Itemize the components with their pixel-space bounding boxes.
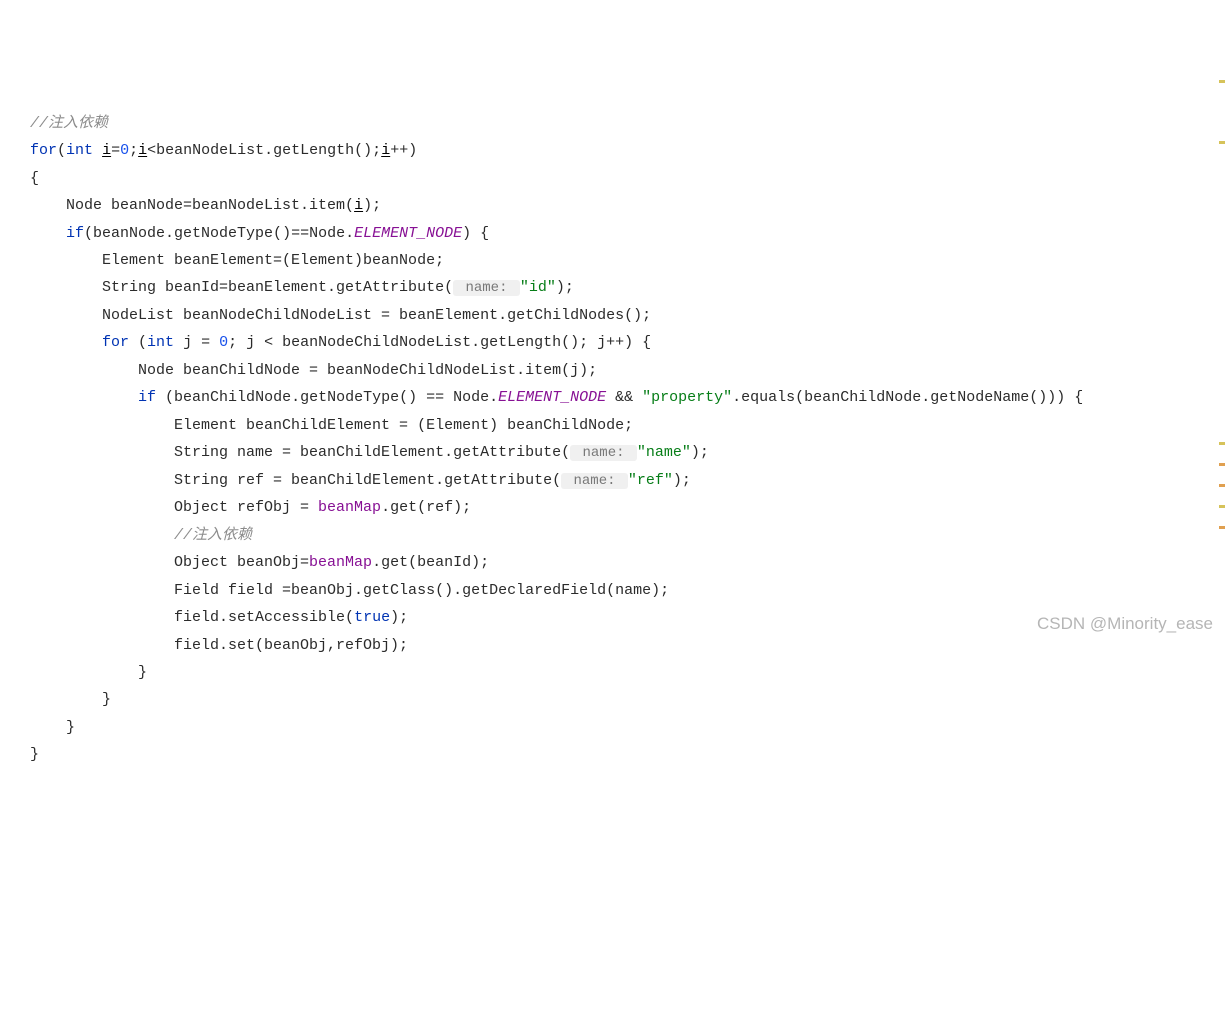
text: && [606, 389, 642, 406]
param-hint: name: [561, 473, 628, 489]
text: Node beanNode=beanNodeList.item( [30, 197, 354, 214]
static-field: ELEMENT_NODE [354, 225, 462, 242]
text: Element beanChildElement = (Element) bea… [30, 417, 633, 434]
text: NodeList beanNodeChildNodeList = beanEle… [30, 307, 651, 324]
text: (beanNode.getNodeType()==Node. [84, 225, 354, 242]
gutter-mark-icon[interactable] [1219, 526, 1225, 529]
text: .get(ref); [381, 499, 471, 516]
text: ); [691, 444, 709, 461]
text: .equals(beanChildNode.getNodeName())) { [732, 389, 1083, 406]
gutter-mark-icon[interactable] [1219, 141, 1225, 144]
text: field.set(beanObj,refObj); [30, 637, 408, 654]
field-beanmap: beanMap [309, 554, 372, 571]
text: ); [673, 472, 691, 489]
field-beanmap: beanMap [318, 499, 381, 516]
text: <beanNodeList.getLength(); [147, 142, 381, 159]
text: .get(beanId); [372, 554, 489, 571]
text: ); [363, 197, 381, 214]
param-hint: name: [453, 280, 520, 296]
text: Object beanObj= [30, 554, 309, 571]
keyword-if: if [66, 225, 84, 242]
keyword-for: for [102, 334, 129, 351]
gutter-mark-icon[interactable] [1219, 80, 1225, 83]
text: ; [129, 142, 138, 159]
string: "name" [637, 444, 691, 461]
static-field: ELEMENT_NODE [498, 389, 606, 406]
text: String ref = beanChildElement.getAttribu… [30, 472, 561, 489]
keyword-int: int [66, 142, 93, 159]
text: ); [390, 609, 408, 626]
var-i: i [354, 197, 363, 214]
number-zero: 0 [219, 334, 228, 351]
param-hint: name: [570, 445, 637, 461]
text: Element beanElement=(Element)beanNode; [30, 252, 444, 269]
gutter-mark-icon[interactable] [1219, 505, 1225, 508]
text: Node beanChildNode = beanNodeChildNodeLi… [30, 362, 597, 379]
text: field.setAccessible( [30, 609, 354, 626]
code-editor[interactable]: //注入依赖 for(int i=0;i<beanNodeList.getLen… [0, 110, 1225, 769]
brace: } [30, 664, 147, 681]
keyword-if: if [138, 389, 156, 406]
text: ; j < beanNodeChildNodeList.getLength();… [228, 334, 651, 351]
var-i: i [102, 142, 111, 159]
text: ); [556, 279, 574, 296]
text: Object refObj = [30, 499, 318, 516]
string: "ref" [628, 472, 673, 489]
var-i: i [138, 142, 147, 159]
gutter-mark-icon[interactable] [1219, 463, 1225, 466]
text: Field field =beanObj.getClass().getDecla… [30, 582, 669, 599]
number-zero: 0 [120, 142, 129, 159]
string: "property" [642, 389, 732, 406]
text: ) { [462, 225, 489, 242]
var-i: i [381, 142, 390, 159]
gutter-mark-icon[interactable] [1219, 484, 1225, 487]
string: "id" [520, 279, 556, 296]
brace: } [30, 719, 75, 736]
keyword-true: true [354, 609, 390, 626]
brace: } [30, 746, 39, 763]
comment-line: //注入依赖 [30, 115, 108, 132]
comment-line: //注入依赖 [30, 527, 252, 544]
keyword-for: for [30, 142, 57, 159]
brace: } [30, 691, 111, 708]
editor-gutter [1219, 80, 1225, 529]
gutter-mark-icon[interactable] [1219, 442, 1225, 445]
text: String name = beanChildElement.getAttrib… [30, 444, 570, 461]
keyword-int: int [147, 334, 174, 351]
watermark: CSDN @Minority_ease [1037, 608, 1213, 639]
text: ( [129, 334, 147, 351]
text: String beanId=beanElement.getAttribute( [30, 279, 453, 296]
text: ++) [390, 142, 417, 159]
text: (beanChildNode.getNodeType() == Node. [156, 389, 498, 406]
text: = [111, 142, 120, 159]
text: j = [174, 334, 219, 351]
brace: { [30, 170, 39, 187]
